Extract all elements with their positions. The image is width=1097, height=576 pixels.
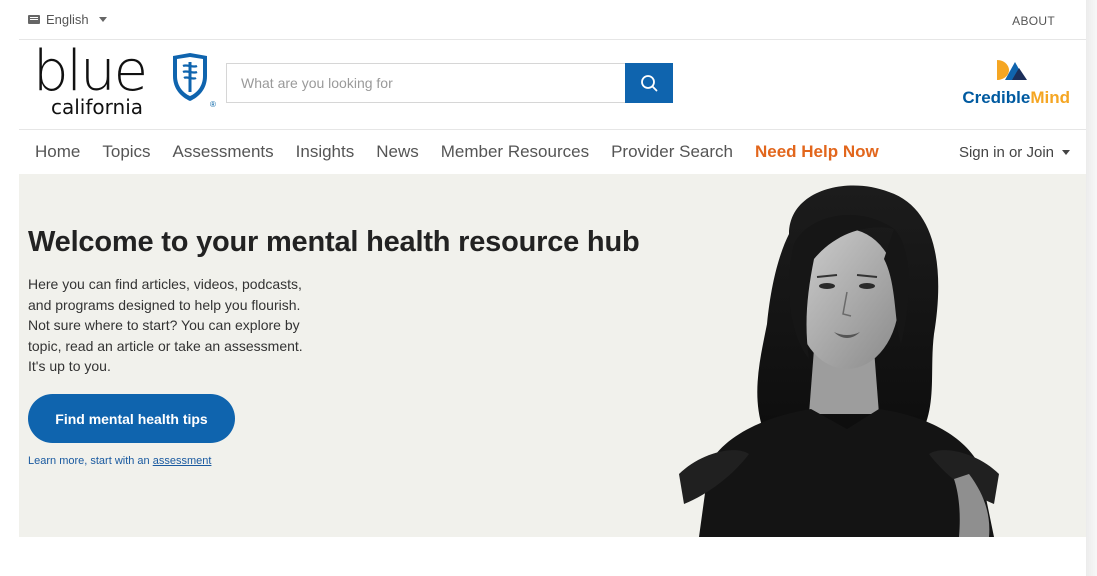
hero-portrait-image <box>679 185 999 537</box>
nav-provider-search[interactable]: Provider Search <box>611 142 733 162</box>
nav-assessments[interactable]: Assessments <box>173 142 274 162</box>
chevron-down-icon <box>98 17 107 22</box>
chevron-down-icon <box>1062 150 1070 155</box>
page: English ABOUT blue california ® What are… <box>19 0 1086 576</box>
blue-california-logo[interactable]: blue california ® <box>33 42 216 120</box>
find-mental-health-tips-button[interactable]: Find mental health tips <box>28 394 235 443</box>
nav-topics[interactable]: Topics <box>102 142 150 162</box>
search-bar <box>226 63 673 103</box>
nav-need-help-now[interactable]: Need Help Now <box>755 142 879 162</box>
learn-more-text: Learn more, start with an assessment <box>28 455 212 467</box>
logo-subtitle: california <box>51 95 144 119</box>
nav-home[interactable]: Home <box>35 142 80 162</box>
main-nav: Home Topics Assessments Insights News Me… <box>19 129 1086 174</box>
utility-bar: English ABOUT <box>19 0 1086 40</box>
search-input[interactable] <box>226 63 625 103</box>
assessment-link[interactable]: assessment <box>153 455 212 467</box>
nav-member-resources[interactable]: Member Resources <box>441 142 589 162</box>
language-selector[interactable]: English <box>28 12 107 27</box>
crediblemind-logo-icon <box>997 60 1027 80</box>
registered-mark: ® <box>210 100 216 109</box>
nav-insights[interactable]: Insights <box>296 142 355 162</box>
logo-wordmark: blue <box>33 39 148 104</box>
about-link[interactable]: ABOUT <box>1012 14 1055 28</box>
sign-in-label: Sign in or Join <box>958 144 1054 161</box>
sign-in-menu[interactable]: Sign in or Join <box>959 144 1070 161</box>
language-label: English <box>46 12 89 27</box>
nav-news[interactable]: News <box>376 142 419 162</box>
search-button[interactable] <box>625 63 673 103</box>
crediblemind-wordmark: CredibleMind <box>962 88 1070 107</box>
page-content-area <box>19 537 1086 576</box>
header: blue california ® What are you looking f… <box>19 40 1086 130</box>
page-edge <box>1086 0 1097 576</box>
shield-logo-icon <box>173 53 207 101</box>
crediblemind-logo[interactable]: CredibleMind <box>950 56 1070 112</box>
hero-description: Here you can find articles, videos, podc… <box>28 276 303 374</box>
hero-section: Welcome to your mental health resource h… <box>19 174 1086 537</box>
keyboard-icon <box>28 15 40 24</box>
hero-title: Welcome to your mental health resource h… <box>28 226 640 258</box>
search-icon <box>641 75 658 92</box>
